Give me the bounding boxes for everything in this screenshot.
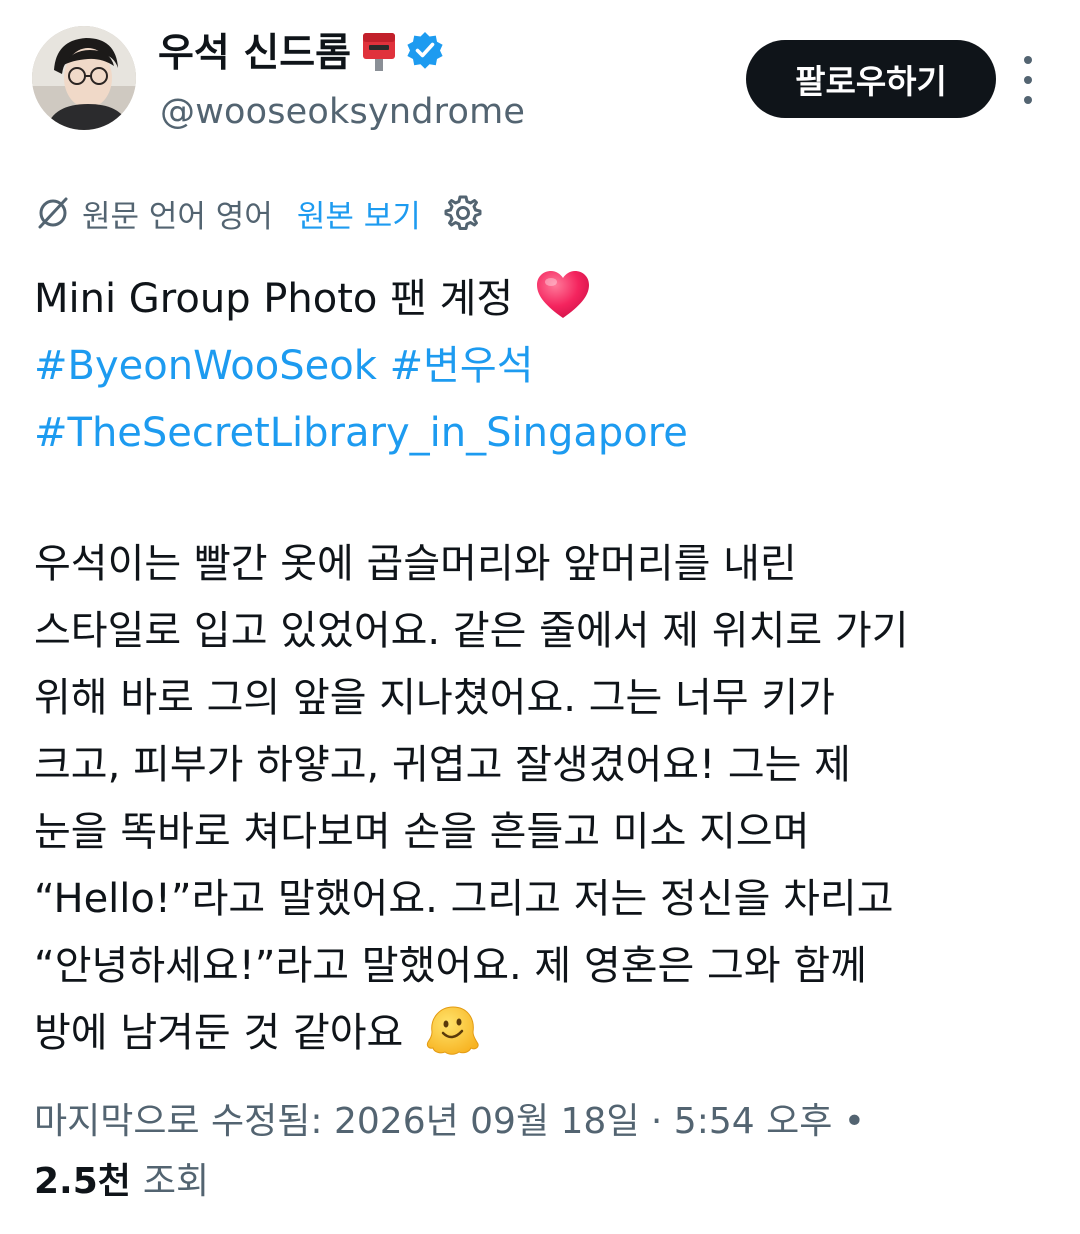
melting-face-emoji-icon — [424, 1002, 480, 1058]
more-dot — [1024, 76, 1032, 84]
gear-icon[interactable] — [443, 193, 483, 233]
follow-button[interactable]: 팔로우하기 — [746, 40, 996, 118]
body-line: 방에 남겨둔 것 같아요 — [34, 1010, 404, 1056]
avatar[interactable] — [32, 26, 136, 130]
translation-bar: 원문 언어 영어 원본 보기 — [34, 190, 483, 236]
hashtag-link[interactable]: #ByeonWooSeok — [34, 343, 377, 389]
view-count: 2.5천 조회 — [34, 1150, 209, 1206]
verified-badge-icon — [405, 30, 445, 70]
display-name[interactable]: 우석 신드롬 — [158, 22, 351, 78]
hashtag-link[interactable]: #변우석 — [390, 343, 534, 389]
more-vertical-icon[interactable] — [1012, 56, 1044, 104]
more-dot — [1024, 96, 1032, 104]
user-handle[interactable]: @wooseoksyndrome — [160, 92, 525, 132]
heart-emoji-icon — [534, 268, 592, 322]
translate-slash-icon — [34, 194, 72, 232]
hashtag-line: #ByeonWooSeok #변우석 — [34, 333, 1044, 400]
original-language-note: 원문 언어 영어 — [82, 198, 273, 235]
display-name-row[interactable]: 우석 신드롬 — [158, 22, 445, 78]
tweet-title-line: Mini Group Photo 팬 계정 — [34, 266, 1044, 333]
hashtag-link[interactable]: #TheSecretLibrary_in_Singapore — [34, 410, 688, 456]
body-line: “안녕하세요!”라고 말했어요. 제 영혼은 그와 함께 — [34, 943, 867, 989]
hashtag-line: #TheSecretLibrary_in_Singapore — [34, 400, 1044, 467]
body-line: 스타일로 입고 있었어요. 같은 줄에서 제 위치로 가기 — [34, 608, 909, 654]
body-line: 위해 바로 그의 앞을 지나쳤어요. 그는 너무 키가 — [34, 675, 835, 721]
tweet-text: Mini Group Photo 팬 계정 #ByeonWooSeok #변우석… — [34, 266, 1044, 1067]
show-original-link[interactable]: 원본 보기 — [297, 191, 421, 236]
body-line: 눈을 똑바로 쳐다보며 손을 흔들고 미소 지으며 — [34, 809, 810, 855]
postbox-emoji-icon — [361, 29, 397, 71]
body-line-last: 방에 남겨둔 것 같아요 — [34, 1000, 1044, 1067]
more-dot — [1024, 56, 1032, 64]
tweet-title: Mini Group Photo 팬 계정 — [34, 276, 514, 322]
edited-timestamp[interactable]: 마지막으로 수정됨: 2026년 09월 18일 · 5:54 오후 • — [34, 1090, 865, 1146]
body-line: 우석이는 빨간 옷에 곱슬머리와 앞머리를 내린 — [34, 541, 797, 587]
body-line: 크고, 피부가 하얗고, 귀엽고 잘생겼어요! 그는 제 — [34, 742, 851, 788]
body-line: “Hello!”라고 말했어요. 그리고 저는 정신을 차리고 — [34, 876, 894, 922]
view-count-label: 조회 — [142, 1161, 210, 1202]
view-count-number: 2.5천 — [34, 1161, 131, 1202]
